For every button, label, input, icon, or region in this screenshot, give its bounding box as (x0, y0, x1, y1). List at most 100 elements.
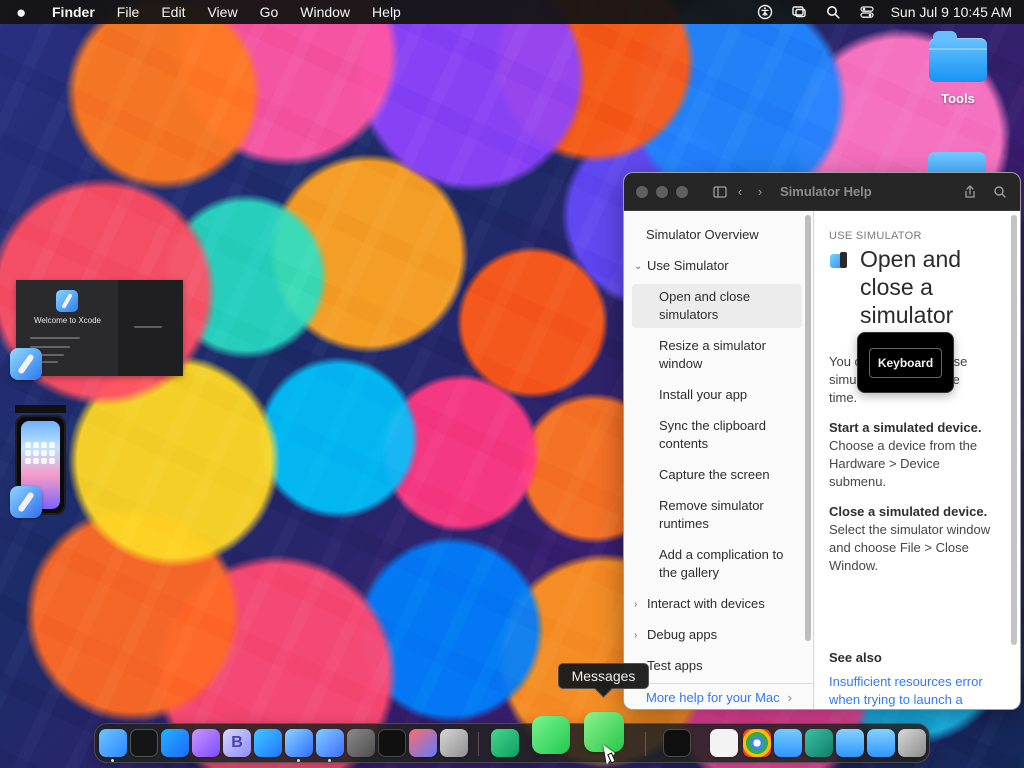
sidebar-item-remove-runtimes[interactable]: Remove simulator runtimes (624, 497, 804, 533)
simulator-icon[interactable] (316, 729, 344, 757)
sidebar-toggle-icon[interactable] (710, 182, 730, 202)
trash-icon[interactable] (898, 729, 926, 757)
chevron-right-icon[interactable]: › (634, 596, 646, 614)
menu-edit[interactable]: Edit (161, 4, 185, 20)
sidebar-item-sync-clipboard[interactable]: Sync the clipboard contents (624, 417, 804, 453)
back-icon[interactable]: ‹ (730, 182, 750, 202)
app-tile (49, 458, 55, 464)
more-help-link[interactable]: More help for your Mac › (624, 683, 813, 709)
menu-window[interactable]: Window (300, 4, 350, 20)
sidebar-scrollbar[interactable] (805, 215, 811, 641)
sidebar-item-install-app[interactable]: Install your app (624, 386, 804, 404)
chevron-down-icon[interactable]: ⌄ (634, 258, 646, 276)
app-grid-icon[interactable] (805, 729, 833, 757)
xcode-icon[interactable] (285, 729, 313, 757)
section-label: USE SIMULATOR (829, 230, 922, 242)
content-scrollbar[interactable] (1011, 215, 1017, 645)
sidebar-item-resize-window[interactable]: Resize a simulator window (624, 337, 804, 373)
desktop: ● Finder File Edit View Go Window Help S… (0, 0, 1024, 768)
search-icon[interactable] (990, 182, 1010, 202)
sidebar-item-test-apps[interactable]: › Test apps (624, 657, 804, 676)
control-center-icon[interactable] (859, 4, 875, 20)
dock: B (94, 712, 930, 763)
app-store-icon[interactable] (254, 729, 282, 757)
folder-icon[interactable] (774, 729, 802, 757)
console-icon[interactable] (663, 729, 691, 757)
forward-icon[interactable]: › (750, 182, 770, 202)
sidebar-item-label: Resize a simulator window (659, 338, 766, 371)
app-tile (25, 450, 31, 456)
dock-divider (478, 732, 479, 756)
sidebar-item-capture-screen[interactable]: Capture the screen (624, 466, 804, 484)
sidebar-item-interact-devices[interactable]: › Interact with devices (624, 595, 804, 614)
minimize-window-icon[interactable] (656, 185, 668, 198)
menu-right: Sun Jul 9 10:45 AM (739, 4, 1012, 20)
sidebar-item-simulator-overview[interactable]: Simulator Overview (624, 226, 804, 244)
facetime-icon[interactable] (532, 716, 570, 754)
see-also-title: See also (829, 650, 882, 665)
help-toolbar: ‹ › Simulator Help (624, 173, 1020, 211)
activity-monitor-icon[interactable] (378, 729, 406, 757)
system-settings-icon[interactable] (347, 729, 375, 757)
close-window-icon[interactable] (636, 185, 648, 198)
sidebar-item-open-close-simulators[interactable]: Open and close simulators (632, 284, 802, 328)
menu-view[interactable]: View (207, 4, 237, 20)
keyboard-label: Keyboard (868, 347, 943, 378)
terminal-icon[interactable] (130, 729, 158, 757)
finder-icon[interactable] (99, 729, 127, 757)
help-window-title: Simulator Help (780, 184, 872, 199)
visual-studio-icon[interactable] (192, 729, 220, 757)
help-window[interactable]: ‹ › Simulator Help Simulator Overview ⌄ … (623, 172, 1021, 710)
launchpad-icon[interactable] (440, 729, 468, 757)
folder-icon[interactable] (867, 729, 895, 757)
tasks-icon[interactable] (491, 729, 519, 757)
app-tile (41, 442, 47, 448)
window-controls (636, 185, 696, 198)
folder-icon[interactable] (836, 729, 864, 757)
sidebar-item-label: Remove simulator runtimes (659, 498, 764, 531)
running-indicator (297, 759, 300, 762)
desktop-folder[interactable]: Tools (928, 31, 988, 106)
desktop-folder-label: Tools (941, 91, 975, 106)
dock-divider (645, 732, 646, 756)
sidebar-item-debug-apps[interactable]: › Debug apps (624, 626, 804, 645)
sidebar-item-label: Simulator Overview (646, 227, 759, 242)
menu-bar: ● Finder File Edit View Go Window Help S… (0, 0, 1024, 24)
app-tile (33, 442, 39, 448)
chrome-icon[interactable] (743, 729, 771, 757)
bbedit-icon[interactable]: B (223, 729, 251, 757)
simulator-app-icon[interactable] (10, 486, 42, 518)
accessibility-icon[interactable] (757, 4, 773, 20)
zoom-window-icon[interactable] (676, 185, 688, 198)
share-icon[interactable] (960, 182, 980, 202)
running-indicator (111, 759, 114, 762)
screen-mirroring-icon[interactable] (791, 4, 807, 20)
menu-go[interactable]: Go (260, 4, 279, 20)
more-help-label: More help for your Mac (646, 689, 780, 705)
sidebar-item-label: Interact with devices (647, 596, 765, 611)
sidebar-item-label: Test apps (647, 658, 703, 673)
preview-line (134, 326, 162, 328)
sidebar-item-use-simulator[interactable]: ⌄ Use Simulator (624, 257, 804, 276)
mouse-cursor-icon (605, 744, 617, 760)
apple-icon[interactable]: ● (16, 4, 36, 21)
close-device-body: Select the simulator window and choose F… (829, 522, 991, 573)
xcode-app-icon[interactable] (10, 348, 42, 380)
app-tile (41, 450, 47, 456)
sidebar-item-label: Use Simulator (647, 258, 729, 273)
menu-help[interactable]: Help (372, 4, 401, 20)
chevron-right-icon[interactable]: › (634, 627, 646, 645)
menu-left: ● Finder File Edit View Go Window Help (16, 4, 423, 21)
sidebar-item-add-complication[interactable]: Add a complication to the gallery (624, 546, 804, 582)
search-icon[interactable] (825, 4, 841, 20)
insufficient-resources-link[interactable]: Insufficient resources error when trying… (829, 673, 999, 709)
vscode-icon[interactable] (161, 729, 189, 757)
menu-app-name[interactable]: Finder (52, 4, 95, 20)
simulator-home-grid (25, 442, 56, 490)
app-tile (49, 450, 55, 456)
document-icon[interactable] (710, 729, 738, 757)
xcode-preview-title: Welcome to Xcode (34, 316, 101, 325)
shortcuts-icon[interactable] (409, 729, 437, 757)
simulator-help-icon (829, 251, 851, 271)
menu-file[interactable]: File (117, 4, 140, 20)
